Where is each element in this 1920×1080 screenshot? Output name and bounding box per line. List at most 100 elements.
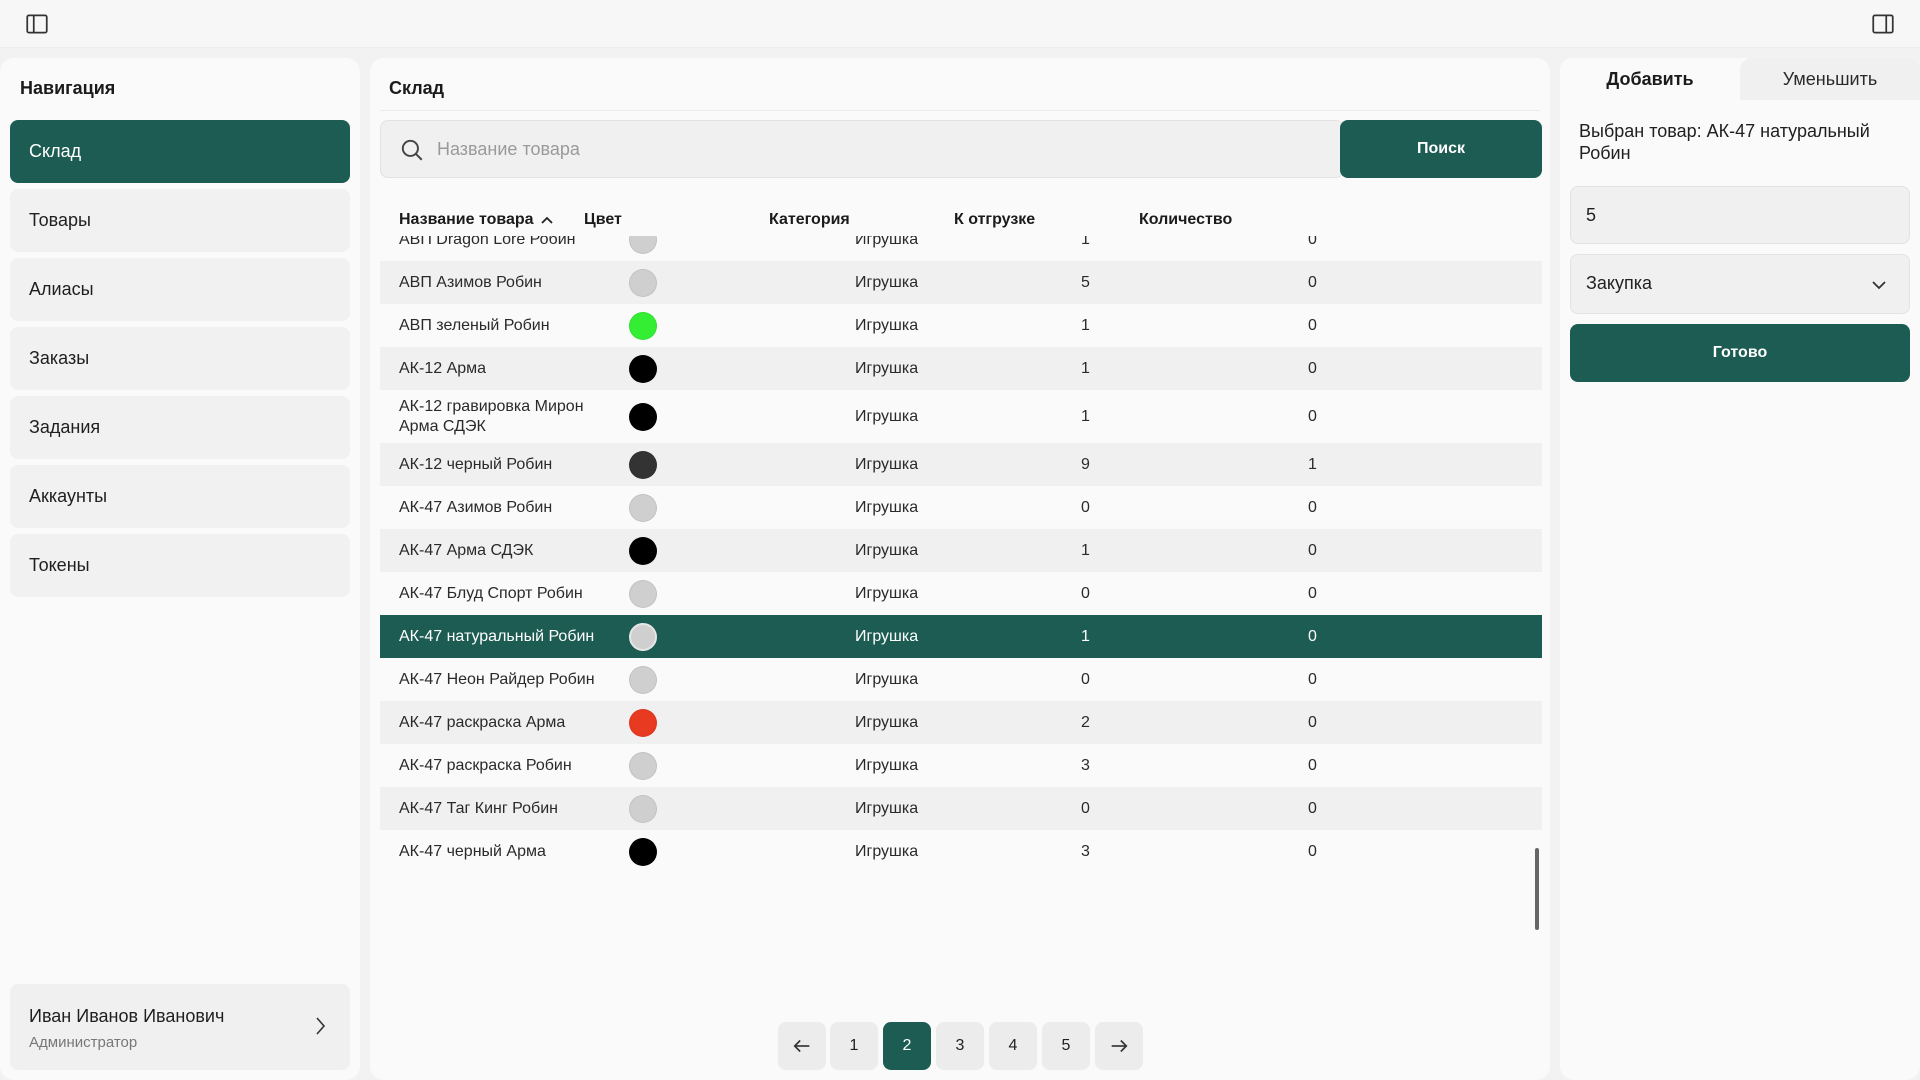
navigation-list: Склад Товары Алиасы Заказы Задания Аккаунты То… [10, 120, 350, 603]
toggle-right-panel-icon[interactable] [1868, 9, 1898, 39]
quantity-input[interactable] [1570, 186, 1910, 244]
cell-product-name: АВП Dragon Lore Робин [399, 236, 576, 248]
cell-quantity: 0 [1308, 498, 1317, 516]
table-row[interactable]: АК-47 черный Арма Игрушка 3 0 [380, 830, 1542, 873]
nav-item-products[interactable]: Товары [10, 189, 350, 252]
cell-to-ship: 3 [1081, 756, 1090, 774]
toggle-left-panel-icon[interactable] [22, 9, 52, 39]
table-row[interactable]: АК-47 натуральный Робин Игрушка 1 0 [380, 615, 1542, 658]
table-row[interactable]: АВП Азимов Робин Игрушка 5 0 [380, 261, 1542, 304]
search-input[interactable] [437, 121, 1327, 177]
user-role: Администратор [29, 1034, 138, 1051]
color-swatch [629, 837, 657, 866]
cell-to-ship: 1 [1081, 359, 1090, 377]
cell-quantity: 0 [1308, 756, 1317, 774]
done-button[interactable]: Готово [1570, 324, 1910, 382]
cell-to-ship: 9 [1081, 455, 1090, 473]
column-header-color[interactable]: Цвет [584, 200, 622, 240]
cell-category: Игрушка [855, 842, 919, 860]
cell-quantity: 0 [1308, 407, 1317, 425]
cell-color [628, 701, 658, 744]
nav-item-aliases[interactable]: Алиасы [10, 258, 350, 321]
tab-decrease[interactable]: Уменьшить [1740, 58, 1920, 100]
cell-product-name: АК-47 Блуд Спорт Робин [399, 584, 583, 602]
nav-item-warehouse[interactable]: Склад [10, 120, 350, 183]
cell-category: Игрушка [855, 799, 919, 817]
cell-quantity: 0 [1308, 584, 1317, 602]
table-scrollbar[interactable] [1535, 848, 1539, 930]
cell-to-ship: 0 [1081, 799, 1090, 817]
cell-to-ship: 1 [1081, 236, 1090, 248]
cell-quantity: 0 [1308, 799, 1317, 817]
cell-quantity: 0 [1308, 273, 1317, 291]
cell-product-name: АК-12 Арма [399, 359, 487, 377]
table-row[interactable]: АК-12 черный Робин Игрушка 9 1 [380, 443, 1542, 486]
operation-type-value: Закупка [1586, 273, 1652, 293]
cell-color [628, 443, 658, 486]
table-row[interactable]: АК-47 Азимов Робин Игрушка 0 0 [380, 486, 1542, 529]
cell-color [628, 236, 658, 261]
table-row[interactable]: АВП Dragon Lore Робин Игрушка 1 0 [380, 236, 1542, 261]
navigation-panel: Навигация Склад Товары Алиасы Заказы Задания… [0, 58, 360, 1080]
table-row[interactable]: АК-47 Арма СДЭК Игрушка 1 0 [380, 529, 1542, 572]
cell-quantity: 0 [1308, 359, 1317, 377]
cell-quantity: 0 [1308, 842, 1317, 860]
cell-category: Игрушка [855, 584, 919, 602]
page-button-2[interactable]: 2 [883, 1022, 931, 1070]
column-header-name[interactable]: Название товара [399, 200, 554, 240]
warehouse-panel: Склад Поиск Название товара Цвет Категор… [370, 58, 1550, 1080]
table-row[interactable]: АК-47 Блуд Спорт Робин Игрушка 0 0 [380, 572, 1542, 615]
table-row[interactable]: АК-12 Арма Игрушка 1 0 [380, 347, 1542, 390]
cell-product-name: АК-47 Азимов Робин [399, 498, 553, 516]
nav-item-tokens[interactable]: Токены [10, 534, 350, 597]
user-name: Иван Иванов Иванович [29, 1006, 225, 1026]
nav-item-orders[interactable]: Заказы [10, 327, 350, 390]
arrow-left-icon [793, 1039, 810, 1053]
color-swatch [629, 665, 657, 694]
operation-type-select[interactable]: Закупка [1570, 254, 1910, 314]
table-row[interactable]: АК-47 раскраска Арма Игрушка 2 0 [380, 701, 1542, 744]
color-swatch [629, 236, 657, 254]
cell-color [628, 486, 658, 529]
table-row[interactable]: АВП зеленый Робин Игрушка 1 0 [380, 304, 1542, 347]
cell-product-name: АК-47 натуральный Робин [399, 627, 595, 645]
table-body[interactable]: АВП Dragon Lore Робин Игрушка 1 0 АВП Азимов… [380, 236, 1542, 1010]
selected-product-label: Выбран товар: АК-47 натуральный Робин [1579, 121, 1870, 163]
nav-item-tasks[interactable]: Задания [10, 396, 350, 459]
page-button-5[interactable]: 5 [1042, 1022, 1090, 1070]
cell-color [628, 304, 658, 347]
color-swatch [629, 622, 657, 651]
pagination: 12345 [370, 1022, 1550, 1070]
column-header-to-ship[interactable]: К отгрузке [954, 200, 1035, 240]
tab-add[interactable]: Добавить [1560, 58, 1740, 100]
column-header-quantity[interactable]: Количество [1139, 200, 1232, 240]
color-swatch [629, 794, 657, 823]
color-swatch [629, 450, 657, 479]
page-button-3[interactable]: 3 [936, 1022, 984, 1070]
color-swatch [629, 268, 657, 297]
cell-color [628, 744, 658, 787]
cell-quantity: 0 [1308, 670, 1317, 688]
page-button-4[interactable]: 4 [989, 1022, 1037, 1070]
cell-product-name: АК-47 черный Арма [399, 842, 546, 860]
prev-page-button[interactable] [778, 1022, 826, 1070]
cell-category: Игрушка [855, 670, 919, 688]
color-swatch [629, 579, 657, 608]
cell-to-ship: 2 [1081, 713, 1090, 731]
cell-to-ship: 3 [1081, 842, 1090, 860]
color-swatch [629, 402, 657, 431]
color-swatch [629, 536, 657, 565]
table-row[interactable]: АК-47 раскраска Робин Игрушка 3 0 [380, 744, 1542, 787]
table-row[interactable]: АК-12 гравировка Мирон Арма СДЭК Игрушка 1… [380, 390, 1542, 443]
column-header-category[interactable]: Категория [769, 200, 850, 240]
cell-product-name: АК-12 черный Робин [399, 455, 553, 473]
next-page-button[interactable] [1095, 1022, 1143, 1070]
nav-item-accounts[interactable]: Аккаунты [10, 465, 350, 528]
page-button-1[interactable]: 1 [830, 1022, 878, 1070]
search-button[interactable]: Поиск [1340, 120, 1542, 178]
table-header: Название товара Цвет Категория К отгрузк… [380, 200, 1542, 240]
user-card[interactable]: Иван Иванов Иванович Администратор [10, 984, 350, 1070]
cell-product-name: АВП Азимов Робин [399, 273, 542, 291]
table-row[interactable]: АК-47 Таг Кинг Робин Игрушка 0 0 [380, 787, 1542, 830]
table-row[interactable]: АК-47 Неон Райдер Робин Игрушка 0 0 [380, 658, 1542, 701]
